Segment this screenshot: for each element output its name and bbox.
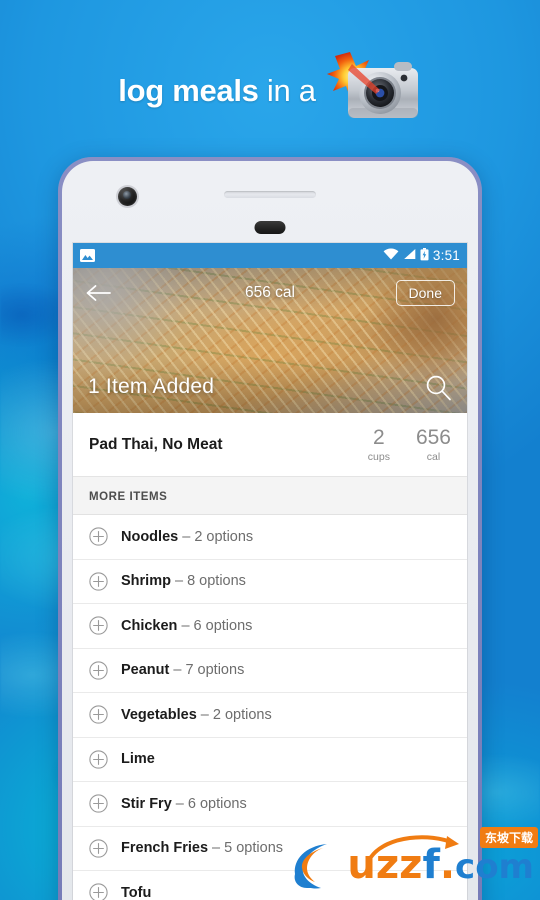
- calories-unit: cal: [426, 451, 441, 464]
- more-items-list: Noodles – 2 options Shrimp – 8 options Chi…: [73, 515, 467, 900]
- list-item-label: Stir Fry – 6 options: [121, 796, 247, 812]
- list-item-detail: – 6 options: [177, 617, 253, 634]
- list-item-detail: – 2 options: [196, 706, 272, 723]
- add-circle-icon[interactable]: [89, 616, 108, 635]
- camera-with-flash-icon: [326, 50, 422, 126]
- amount-metric: 2 cups: [367, 426, 390, 464]
- list-item-detail: – 8 options: [170, 573, 246, 590]
- list-item-name: Peanut: [121, 662, 170, 679]
- earpiece-speaker: [224, 191, 316, 198]
- food-photo-hero: 656 cal Done 1 Item Added: [73, 268, 467, 413]
- more-items-header: MORE ITEMS: [73, 477, 467, 516]
- list-item[interactable]: Lime: [73, 738, 467, 783]
- add-circle-icon[interactable]: [89, 750, 108, 769]
- food-metrics: 2 cups 656 cal: [367, 426, 451, 464]
- headline-normal: in a: [258, 73, 316, 108]
- amount-unit: cups: [367, 451, 390, 464]
- list-item-name: Vegetables: [121, 706, 197, 723]
- done-button[interactable]: Done: [395, 280, 455, 306]
- gallery-icon: [80, 249, 95, 262]
- list-item-name: Shrimp: [121, 573, 171, 590]
- list-item-label: Peanut – 7 options: [121, 662, 244, 678]
- hero-toolbar: 656 cal Done: [73, 268, 467, 318]
- list-item[interactable]: Noodles – 2 options: [73, 515, 467, 560]
- list-item-detail: – 5 options: [208, 840, 284, 857]
- list-item-label: Chicken – 6 options: [121, 618, 252, 634]
- list-item[interactable]: Shrimp – 8 options: [73, 560, 467, 605]
- headline-bold: log meals: [118, 73, 259, 108]
- add-circle-icon[interactable]: [89, 883, 108, 900]
- battery-charging-icon: [420, 247, 429, 264]
- add-circle-icon[interactable]: [89, 527, 108, 546]
- calories-metric: 656 cal: [415, 426, 451, 464]
- list-item[interactable]: Vegetables – 2 options: [73, 693, 467, 738]
- wifi-icon: [383, 248, 399, 263]
- phone-mockup: 3:51 656 cal Done 1 Item Added Pad Thai,…: [58, 157, 482, 900]
- list-item-name: French Fries: [121, 840, 209, 857]
- status-bar: 3:51: [73, 243, 467, 268]
- status-icons: 3:51: [383, 247, 460, 264]
- list-item[interactable]: Tofu: [73, 871, 467, 900]
- list-item-detail: – 2 options: [178, 528, 254, 545]
- list-item-name: Stir Fry: [121, 795, 172, 812]
- add-circle-icon[interactable]: [89, 705, 108, 724]
- amount-value: 2: [373, 426, 385, 449]
- list-item-label: French Fries – 5 options: [121, 840, 283, 856]
- selected-food-row[interactable]: Pad Thai, No Meat 2 cups 656 cal: [73, 413, 467, 478]
- phone-body: 3:51 656 cal Done 1 Item Added Pad Thai,…: [62, 161, 478, 900]
- list-item-detail: – 6 options: [171, 795, 247, 812]
- calories-value: 656: [415, 426, 451, 449]
- list-item[interactable]: Stir Fry – 6 options: [73, 782, 467, 827]
- search-icon[interactable]: [425, 374, 452, 401]
- front-camera-icon: [118, 187, 137, 206]
- list-item-label: Shrimp – 8 options: [121, 573, 246, 589]
- back-arrow-icon[interactable]: [85, 283, 111, 303]
- items-added-label: 1 Item Added: [88, 375, 215, 398]
- list-item-name: Tofu: [121, 884, 152, 900]
- add-circle-icon[interactable]: [89, 572, 108, 591]
- promo-headline: log meals in a: [0, 52, 540, 126]
- hero-footer: 1 Item Added: [73, 367, 467, 407]
- signal-icon: [403, 248, 416, 263]
- calories-header: 656 cal: [245, 284, 295, 301]
- list-item-detail: – 7 options: [169, 662, 245, 679]
- list-item-label: Lime: [121, 751, 155, 767]
- list-item[interactable]: French Fries – 5 options: [73, 827, 467, 872]
- list-item-name: Chicken: [121, 617, 178, 634]
- list-item-name: Lime: [121, 751, 155, 768]
- headline-text: log meals in a: [118, 73, 316, 109]
- food-name: Pad Thai, No Meat: [89, 436, 223, 454]
- list-item-label: Tofu: [121, 885, 151, 900]
- list-item-name: Noodles: [121, 528, 179, 545]
- list-item-label: Vegetables – 2 options: [121, 707, 272, 723]
- status-time: 3:51: [432, 248, 460, 263]
- add-circle-icon[interactable]: [89, 839, 108, 858]
- list-item-label: Noodles – 2 options: [121, 529, 253, 545]
- add-circle-icon[interactable]: [89, 661, 108, 680]
- list-item[interactable]: Chicken – 6 options: [73, 604, 467, 649]
- list-item[interactable]: Peanut – 7 options: [73, 649, 467, 694]
- add-circle-icon[interactable]: [89, 794, 108, 813]
- app-screen: 3:51 656 cal Done 1 Item Added Pad Thai,…: [73, 243, 467, 900]
- sensor-pill: [254, 221, 286, 234]
